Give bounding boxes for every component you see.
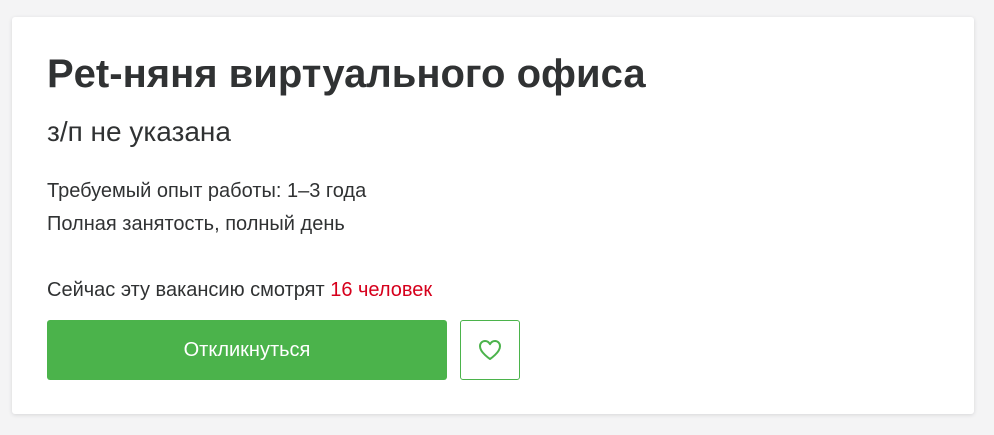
apply-button[interactable]: Откликнуться bbox=[47, 320, 447, 380]
favorite-button[interactable] bbox=[460, 320, 520, 380]
viewers-count: 16 человек bbox=[330, 279, 433, 301]
salary-text: з/п не указана bbox=[47, 116, 231, 147]
vacancy-card: Pet-няня виртуального офиса з/п не указа… bbox=[12, 17, 974, 414]
viewers-info: Сейчас эту вакансию смотрят 16 человек bbox=[47, 279, 432, 302]
viewers-prefix: Сейчас эту вакансию смотрят bbox=[47, 279, 331, 301]
vacancy-title: Pet-няня виртуального офиса bbox=[47, 52, 646, 96]
experience-text: Требуемый опыт работы: 1–3 года bbox=[47, 180, 367, 202]
heart-icon bbox=[479, 340, 501, 360]
employment-text: Полная занятость, полный день bbox=[47, 213, 345, 235]
